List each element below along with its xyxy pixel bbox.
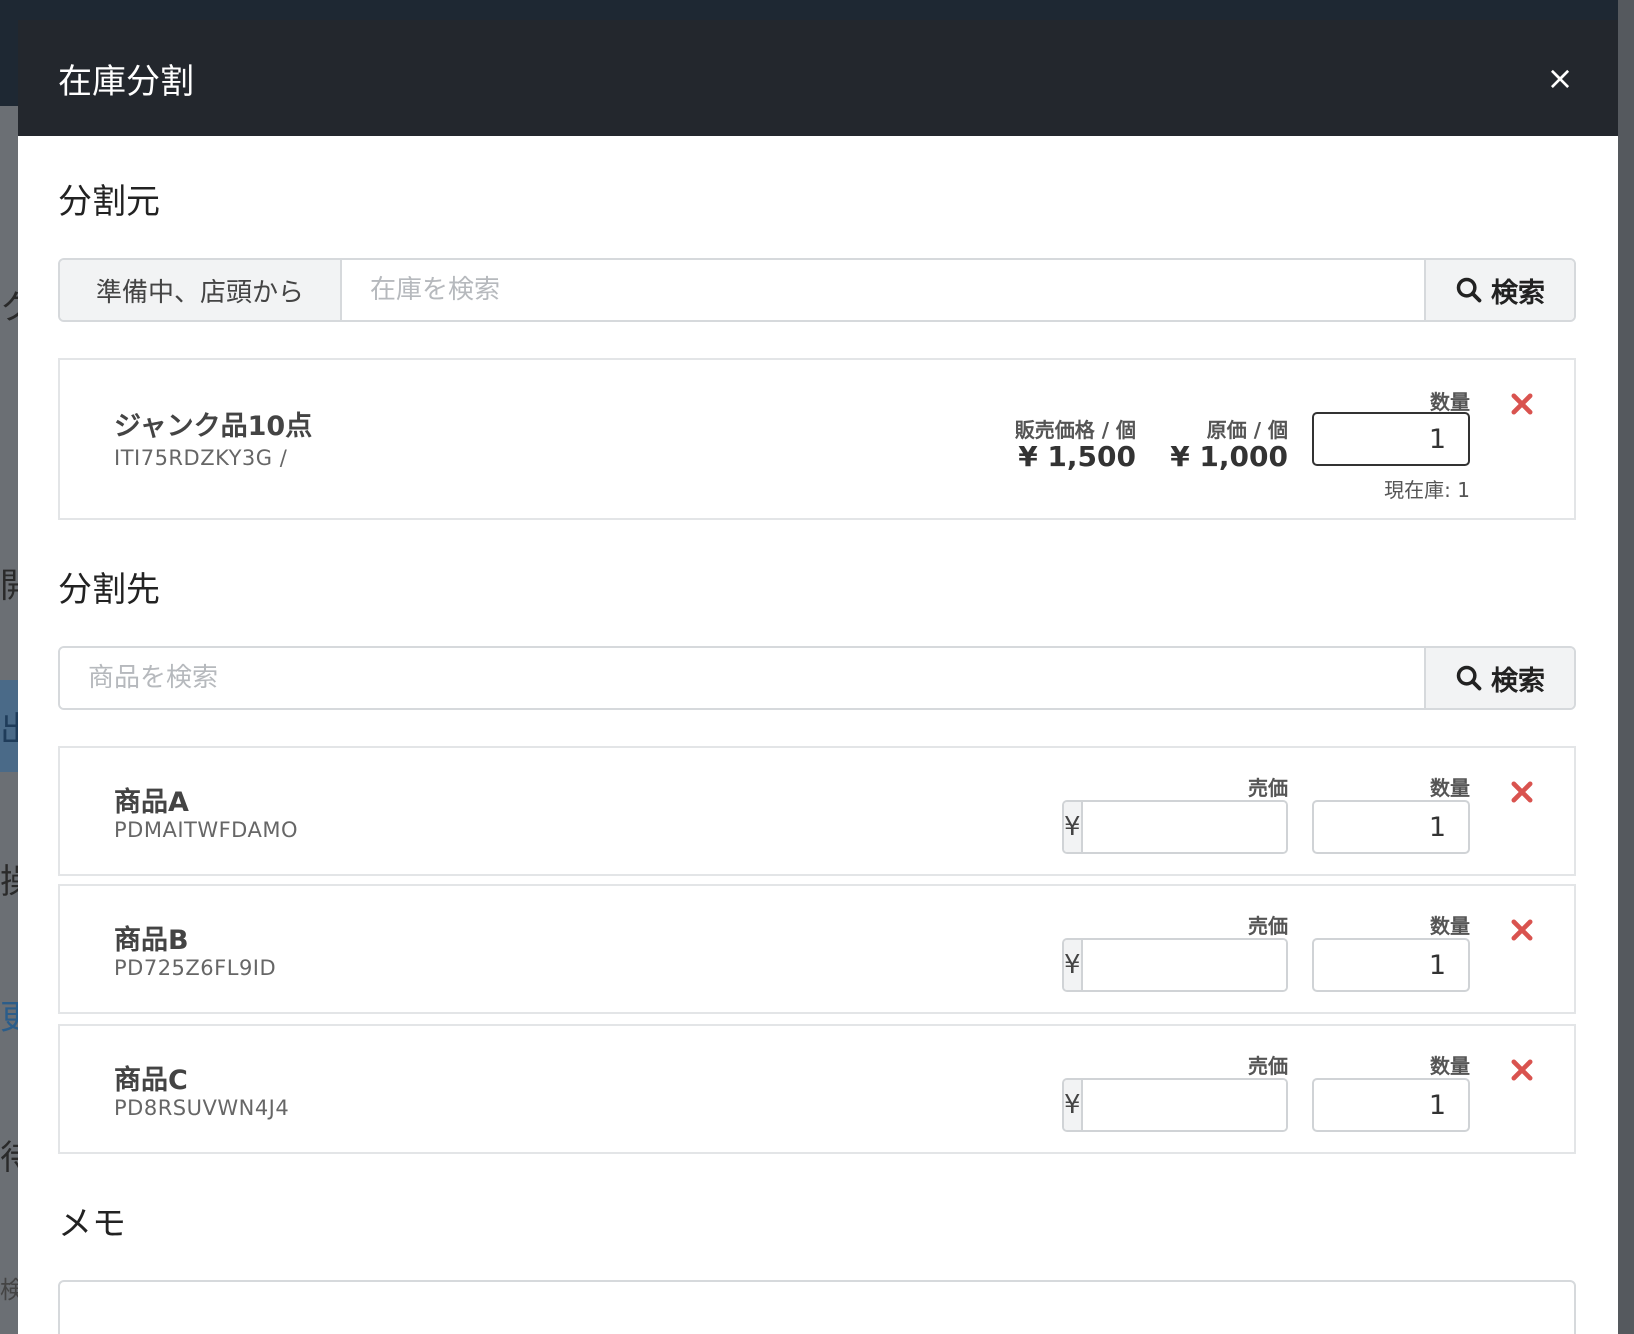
price-input[interactable] [1082, 1080, 1286, 1130]
quantity-label: 数量 [1430, 1054, 1470, 1078]
destination-item-card: 商品C PD8RSUVWN4J4 売価 ¥ 数量 [58, 1024, 1576, 1154]
destination-item-name: 商品B [114, 925, 189, 956]
background-right-edge [1618, 0, 1634, 1334]
source-search-group: 準備中、店頭から 検索 [58, 258, 1576, 322]
sale-price-label: 販売価格 / 個 [1014, 418, 1136, 442]
source-search-input[interactable] [342, 260, 1424, 320]
source-filter-label[interactable]: 準備中、店頭から [60, 260, 342, 320]
source-item-name: ジャンク品10点 [114, 411, 313, 442]
quantity-input[interactable] [1312, 1078, 1470, 1132]
quantity-input[interactable] [1312, 938, 1470, 992]
cost-price-label: 原価 / 個 [1206, 418, 1288, 442]
search-icon [1456, 277, 1482, 303]
destination-item-name: 商品C [114, 1065, 188, 1096]
price-input[interactable] [1082, 802, 1286, 852]
sale-price-value: ¥ 1,500 [1018, 440, 1136, 473]
source-search-button-label: 検索 [1491, 277, 1545, 309]
source-section-title: 分割元 [58, 182, 160, 222]
destination-item-code: PD8RSUVWN4J4 [114, 1096, 290, 1120]
destination-section-title: 分割先 [58, 570, 160, 610]
modal-title: 在庫分割 [58, 62, 194, 102]
price-input-group: ¥ [1062, 938, 1288, 992]
source-search-button[interactable]: 検索 [1424, 260, 1574, 320]
price-input-group: ¥ [1062, 1078, 1288, 1132]
source-item-card: ジャンク品10点 ITI75RDZKY3G / 販売価格 / 個 ¥ 1,500… [58, 358, 1576, 520]
cost-price-value: ¥ 1,000 [1170, 440, 1288, 473]
current-stock-note: 現在庫: 1 [1384, 478, 1470, 502]
destination-search-group: 検索 [58, 646, 1576, 710]
remove-icon[interactable] [1508, 778, 1536, 806]
destination-search-input[interactable] [60, 648, 1424, 708]
price-label: 売価 [1248, 914, 1288, 938]
remove-icon[interactable] [1508, 1056, 1536, 1084]
remove-icon[interactable] [1508, 390, 1536, 418]
destination-item-code: PDMAITWFDAMO [114, 818, 298, 842]
price-input[interactable] [1082, 940, 1286, 990]
destination-search-button-label: 検索 [1491, 665, 1545, 697]
search-icon [1456, 665, 1482, 691]
destination-item-code: PD725Z6FL9ID [114, 956, 277, 980]
split-stock-modal: 在庫分割 × 分割元 準備中、店頭から 検索 ジャンク品10点 ITI75RDZ… [18, 20, 1618, 1334]
price-label: 売価 [1248, 1054, 1288, 1078]
close-icon[interactable]: × [1538, 56, 1582, 100]
memo-textarea[interactable] [58, 1280, 1576, 1334]
source-quantity-label: 数量 [1430, 390, 1470, 414]
yen-icon: ¥ [1064, 1080, 1083, 1130]
destination-search-button[interactable]: 検索 [1424, 648, 1574, 708]
source-quantity-input[interactable] [1312, 412, 1470, 466]
memo-section-title: メモ [58, 1204, 126, 1244]
price-label: 売価 [1248, 776, 1288, 800]
modal-header: 在庫分割 × [18, 20, 1618, 136]
quantity-label: 数量 [1430, 914, 1470, 938]
remove-icon[interactable] [1508, 916, 1536, 944]
yen-icon: ¥ [1064, 802, 1083, 852]
source-item-code: ITI75RDZKY3G / [114, 446, 288, 470]
destination-item-name: 商品A [114, 787, 189, 818]
quantity-label: 数量 [1430, 776, 1470, 800]
destination-item-card: 商品B PD725Z6FL9ID 売価 ¥ 数量 [58, 884, 1576, 1014]
price-input-group: ¥ [1062, 800, 1288, 854]
destination-item-card: 商品A PDMAITWFDAMO 売価 ¥ 数量 [58, 746, 1576, 876]
yen-icon: ¥ [1064, 940, 1083, 990]
quantity-input[interactable] [1312, 800, 1470, 854]
